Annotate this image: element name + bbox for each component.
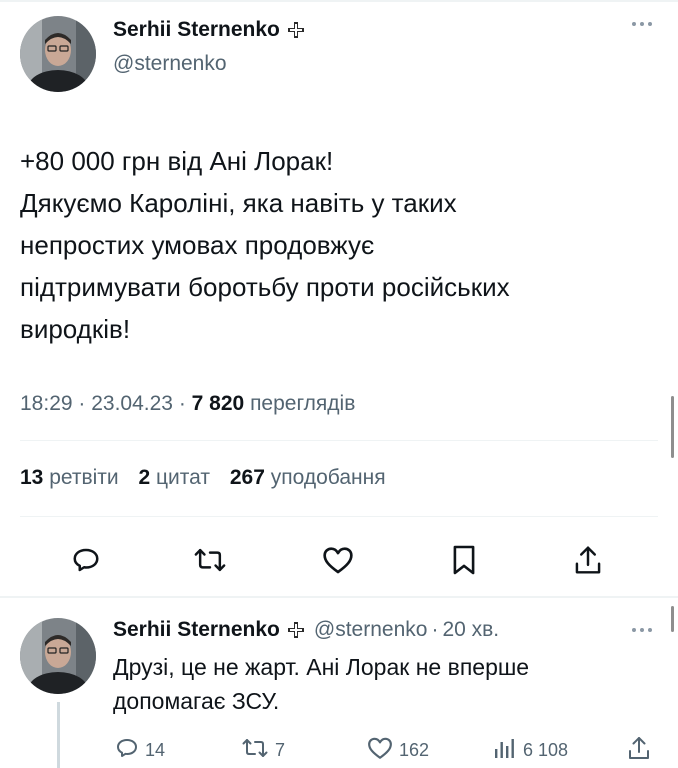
more-options-icon[interactable]	[632, 628, 652, 632]
cross-badge-icon	[286, 620, 306, 640]
views-label: переглядів	[250, 392, 356, 415]
reply-count: 14	[145, 739, 166, 760]
tweet-actions	[0, 540, 678, 580]
bookmark-icon[interactable]	[444, 540, 484, 580]
separator-dot: ·	[178, 392, 192, 415]
retweet-button[interactable]: 7	[241, 735, 285, 765]
tweet-separator	[0, 596, 678, 598]
likes-label: уподобання	[270, 466, 386, 489]
author-handle[interactable]: @sternenko	[113, 52, 227, 76]
views-count: 7 820	[191, 392, 245, 415]
reply-header: Serhii Sternenko @sternenko · 20 хв.	[113, 618, 499, 642]
retweet-count: 7	[275, 739, 286, 760]
reply-text-line: допомагає ЗСУ.	[113, 688, 280, 714]
retweet-icon	[241, 736, 269, 765]
author-name[interactable]: Serhii Sternenko	[113, 18, 280, 42]
tweet-text-line: непростих умовах продовжує	[20, 230, 375, 260]
reply-icon	[115, 736, 139, 765]
share-icon[interactable]	[568, 540, 608, 580]
avatar[interactable]	[20, 16, 96, 92]
views-chart-icon	[491, 736, 517, 765]
like-count: 162	[399, 739, 430, 760]
tweet-text-line: Дякуємо Кароліні, яка навіть у таких	[20, 188, 457, 218]
tweet-time[interactable]: 18:29	[20, 392, 73, 415]
avatar[interactable]	[20, 618, 96, 694]
tweet-meta: 18:29 · 23.04.23 · 7 820 переглядів	[20, 392, 355, 416]
like-button[interactable]: 162	[367, 735, 429, 765]
reply-button[interactable]: 14	[115, 735, 165, 765]
reply-actions: 14 7 162 6 108	[113, 735, 658, 765]
retweets-label: ретвіти	[49, 466, 119, 489]
quotes-count: 2	[138, 466, 151, 489]
separator-dot: ·	[431, 618, 439, 641]
tweet-text-line: виродків!	[20, 314, 131, 344]
like-icon[interactable]	[318, 540, 358, 580]
divider	[20, 516, 658, 517]
thread-line	[57, 702, 60, 768]
reply-author-name[interactable]: Serhii Sternenko	[113, 618, 280, 642]
tweet-text: +80 000 грн від Ані Лорак! Дякуємо Карол…	[20, 140, 660, 350]
likes-stat[interactable]: 267 уподобання	[230, 466, 386, 489]
like-icon	[367, 736, 393, 765]
scrollbar[interactable]	[671, 606, 674, 632]
quotes-label: цитат	[156, 466, 211, 489]
reply-icon[interactable]	[66, 540, 106, 580]
reply-time[interactable]: 20 хв.	[442, 618, 499, 642]
scrollbar[interactable]	[671, 396, 674, 458]
quotes-stat[interactable]: 2 цитат	[139, 466, 211, 489]
reply-author-handle[interactable]: @sternenko	[314, 618, 428, 642]
views-button[interactable]: 6 108	[491, 735, 568, 765]
likes-count: 267	[229, 466, 265, 489]
share-button[interactable]	[627, 735, 651, 765]
reply-text-line: Друзі, це не жарт. Ані Лорак не вперше	[113, 654, 530, 680]
more-options-icon[interactable]	[632, 22, 652, 26]
engagement-stats: 13 ретвіти 2 цитат 267 уподобання	[20, 466, 386, 490]
retweets-stat[interactable]: 13 ретвіти	[20, 466, 119, 489]
reply-text: Друзі, це не жарт. Ані Лорак не вперше д…	[113, 650, 653, 718]
retweets-count: 13	[20, 466, 44, 489]
views-count: 6 108	[523, 739, 569, 760]
retweet-icon[interactable]	[190, 540, 230, 580]
tweet-text-line: підтримувати боротьбу проти російських	[20, 272, 510, 302]
separator-dot: ·	[78, 392, 92, 415]
divider	[20, 440, 658, 441]
share-icon	[627, 735, 651, 766]
tweet-text-line: +80 000 грн від Ані Лорак!	[20, 146, 334, 176]
top-border	[0, 0, 678, 2]
tweet-date[interactable]: 23.04.23	[91, 392, 173, 415]
author-row: Serhii Sternenko	[113, 18, 306, 42]
cross-badge-icon	[286, 20, 306, 40]
